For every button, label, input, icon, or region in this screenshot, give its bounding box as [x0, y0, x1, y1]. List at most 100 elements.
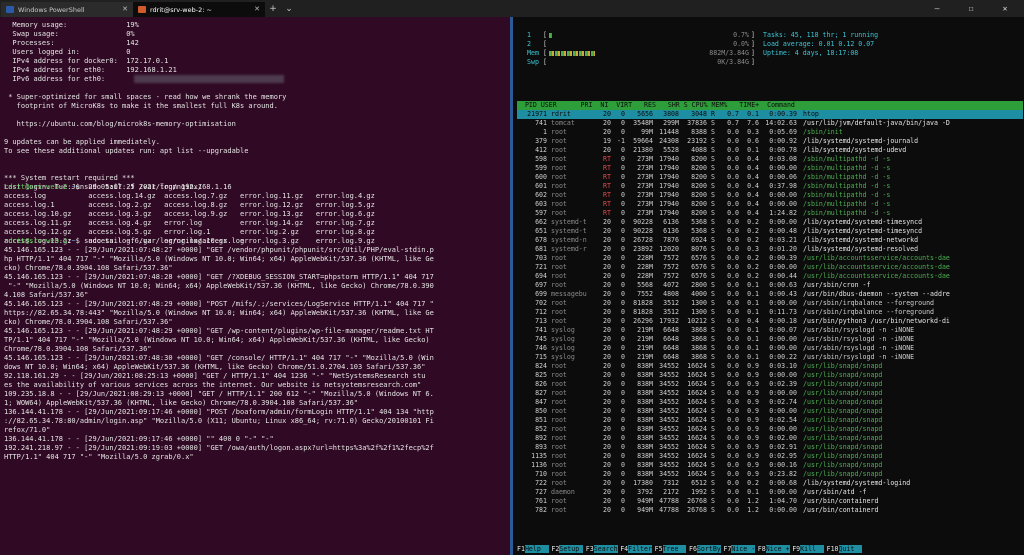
process-row[interactable]: 746 syslog 20 0 219M 6648 3868 S 0.0 0.1 0:00.00/u… — [513, 344, 1024, 353]
tab-powershell[interactable]: Windows PowerShell ✕ — [1, 2, 133, 17]
process-pid: 722 — [535, 479, 547, 487]
tab-dropdown-button[interactable]: ⌄ — [281, 2, 297, 17]
process-row[interactable]: 412 root 20 0 21380 5528 4088 S 0.0 0.1 0:00.78/li… — [513, 146, 1024, 155]
process-row[interactable]: 715 syslog 20 0 219M 6648 3868 S 0.0 0.1 0:00.22/u… — [513, 353, 1024, 362]
process-row[interactable]: 694 root 20 0 228M 7572 6576 S 0.0 0.2 0:00.44/usr… — [513, 272, 1024, 281]
fkey-f2[interactable]: F2Setup — [551, 545, 584, 554]
terminal-line-text: access.log.12.gz access.log.5.gz error.l… — [4, 228, 375, 236]
fkey-f10[interactable]: F10Quit — [827, 545, 863, 554]
process-command: /usr/lib/snapd/snapd — [803, 434, 883, 442]
process-cpu: 0.0 — [727, 326, 739, 334]
process-row[interactable]: 678 systemd-n 20 0 26728 7876 6924 S 0.0 0.2 0:03.… — [513, 236, 1024, 245]
process-row[interactable]: 1135 root 20 0 838M 34552 16624 S 0.0 0.9 0:02.95 /… — [513, 452, 1024, 461]
process-row[interactable]: 827 root 20 0 838M 34552 16624 S 0.0 0.9 0:00.00/u… — [513, 389, 1024, 398]
process-mem: 0.9 — [747, 443, 759, 451]
process-row[interactable]: 597 root RT 0 273M 17940 8200 S 0.0 0.4 1:24.82/sb… — [513, 209, 1024, 218]
process-pri: 20 — [603, 110, 611, 118]
process-row[interactable]: 847 root 20 0 838M 34552 16624 S 0.0 0.9 0:02.74/u… — [513, 398, 1024, 407]
left-terminal-pane[interactable]: Memory usage: 19% Swap usage: 0% Process… — [0, 17, 510, 555]
process-row[interactable]: 713 root 20 0 26296 17932 10212 S 0.0 0.4 0:00.18 /… — [513, 317, 1024, 326]
process-row[interactable]: 662 systemd-t 20 0 90228 6136 5368 S 0.0 0.2 0:00.… — [513, 218, 1024, 227]
process-row[interactable]: 892 root 20 0 838M 34552 16624 S 0.0 0.9 0:02.00/u… — [513, 434, 1024, 443]
meter-bracket-left: [ — [543, 40, 547, 48]
process-user: root — [551, 479, 567, 487]
process-cpu: 0.0 — [727, 245, 739, 253]
fkey-f3[interactable]: F3Search — [586, 545, 618, 554]
process-row[interactable]: 602 root RT 0 273M 17940 8200 S 0.0 0.4 0:00.00/sb… — [513, 191, 1024, 200]
process-command: /usr/lib/snapd/snapd — [803, 416, 883, 424]
process-row[interactable]: 852 root 20 0 838M 34552 16624 S 0.0 0.9 0:00.00/u… — [513, 425, 1024, 434]
process-ni: 0 — [621, 344, 625, 352]
process-state: S — [711, 425, 715, 433]
process-shr: 8200 — [691, 191, 707, 199]
process-ni: 0 — [621, 380, 625, 388]
process-ni: 0 — [621, 290, 625, 298]
process-mem: 0.9 — [747, 452, 759, 460]
terminal-line: dows NT 10.0; Win64; x64) AppleWebKit/53… — [4, 363, 425, 372]
process-pid: 697 — [535, 281, 547, 289]
process-table-header[interactable]: PID USER PRI NI VIRT RES SHR S CPU% MEM%… — [517, 101, 1023, 110]
fkey-f4[interactable]: F4Filter — [620, 545, 652, 554]
process-row[interactable]: 702 root 20 0 81828 3512 1300 S 0.0 0.1 0:00.00/us… — [513, 299, 1024, 308]
fkey-f1[interactable]: F1Help — [517, 545, 549, 554]
fkey-f9[interactable]: F9Kill — [792, 545, 824, 554]
process-time: 0:00.00 — [769, 344, 797, 352]
process-pid: 847 — [535, 398, 547, 406]
process-row[interactable]: 712 root 20 0 81828 3512 1300 S 0.0 0.1 0:11.73/us… — [513, 308, 1024, 317]
process-row[interactable]: 721 root 20 0 228M 7572 6576 S 0.0 0.2 0:00.00/usr… — [513, 263, 1024, 272]
close-tab-icon[interactable]: ✕ — [254, 5, 260, 13]
process-row[interactable]: 826 root 20 0 838M 34552 16624 S 0.0 0.9 0:02.39/u… — [513, 380, 1024, 389]
process-shr: 3868 — [691, 353, 707, 361]
process-row[interactable]: 598 root RT 0 273M 17940 8200 S 0.0 0.4 0:03.08/sb… — [513, 155, 1024, 164]
terminal-line-text: es the availability of various services … — [4, 381, 422, 389]
new-tab-button[interactable]: + — [265, 2, 281, 17]
process-res: 34552 — [659, 470, 679, 478]
process-pri: 20 — [603, 326, 611, 334]
process-row[interactable]: 851 root 20 0 838M 34552 16624 S 0.0 0.9 0:02.54/u… — [513, 416, 1024, 425]
tab-srv-web-2[interactable]: rdrit@srv-web-2: ~ ✕ — [133, 2, 265, 17]
process-row[interactable]: 681 systemd-r 20 0 23892 12020 8076 S 0.0 0.3 0:01… — [513, 245, 1024, 254]
fkey-f7[interactable]: F7Nice - — [723, 545, 756, 554]
process-row[interactable]: 727 daemon 20 0 3792 2172 1992 S 0.0 0.1 0:00.00/u… — [513, 488, 1024, 497]
process-pid: 681 — [535, 245, 547, 253]
process-row[interactable]: 599 root RT 0 273M 17940 8200 S 0.0 0.4 0:00.00/sb… — [513, 164, 1024, 173]
fkey-f5[interactable]: F5Tree — [655, 545, 687, 554]
process-row[interactable]: 825 root 20 0 838M 34552 16624 S 0.0 0.9 0:00.00/u… — [513, 371, 1024, 380]
process-row[interactable]: 379 root 19 -1 59664 24308 23192 S 0.0 0.6 0:00.92… — [513, 137, 1024, 146]
fkey-f6[interactable]: F6SortBy — [689, 545, 721, 554]
minimize-button[interactable]: — — [920, 0, 954, 17]
process-row[interactable]: 601 root RT 0 273M 17940 8200 S 0.0 0.4 0:37.98/sb… — [513, 182, 1024, 191]
process-row[interactable]: 1 root 20 0 99M 11448 8388 S 0.0 0.3 0:05.69/sbin/… — [513, 128, 1024, 137]
fkey-f8[interactable]: F8Nice + — [758, 545, 790, 554]
process-row[interactable]: 761 root 20 0 949M 47788 26768 S 0.0 1.2 1:04.70/u… — [513, 497, 1024, 506]
meter-fill — [549, 33, 552, 38]
close-tab-icon[interactable]: ✕ — [122, 5, 128, 13]
close-window-button[interactable]: ✕ — [988, 0, 1022, 17]
process-row[interactable]: 699 messagebu 20 0 7552 4808 4000 S 0.0 0.1 0:00.4… — [513, 290, 1024, 299]
process-shr: 6512 — [691, 479, 707, 487]
process-row[interactable]: 1136 root 20 0 838M 34552 16624 S 0.0 0.9 0:00.16 /… — [513, 461, 1024, 470]
process-pri: 20 — [603, 443, 611, 451]
process-row[interactable]: 782 root 20 0 949M 47788 26768 S 0.0 1.2 0:00.00/u… — [513, 506, 1024, 515]
maximize-button[interactable]: ☐ — [954, 0, 988, 17]
process-row[interactable]: 603 root RT 0 273M 17940 8200 S 0.0 0.4 0:00.00/sb… — [513, 200, 1024, 209]
process-row[interactable]: 745 syslog 20 0 219M 6648 3868 S 0.0 0.1 0:00.00/u… — [513, 335, 1024, 344]
terminal-line-text: 45.146.165.123 - - [29/Jun/2021:07:48:29… — [4, 327, 434, 335]
fkey-key: F1 — [517, 545, 525, 553]
process-row[interactable]: 722 root 20 0 17380 7312 6512 S 0.0 0.2 0:00.68/li… — [513, 479, 1024, 488]
process-row[interactable]: 741 syslog 20 0 219M 6648 3868 S 0.0 0.1 0:00.07/u… — [513, 326, 1024, 335]
process-row[interactable]: 824 root 20 0 838M 34552 16624 S 0.0 0.9 0:03.10/u… — [513, 362, 1024, 371]
process-pri: 20 — [603, 308, 611, 316]
process-row[interactable]: 697 root 20 0 5568 4072 2800 S 0.0 0.1 0:00.63/usr… — [513, 281, 1024, 290]
process-row[interactable]: 710 root 20 0 838M 34552 16624 S 0.0 0.9 0:23.82/u… — [513, 470, 1024, 479]
htop-pane[interactable]: PID USER PRI NI VIRT RES SHR S CPU% MEM%… — [513, 17, 1024, 555]
process-row[interactable]: 600 root RT 0 273M 17940 8200 S 0.0 0.4 0:00.06/sb… — [513, 173, 1024, 182]
process-row[interactable]: 893 root 20 0 838M 34552 16624 S 0.0 0.9 0:02.91/u… — [513, 443, 1024, 452]
process-row[interactable]: 850 root 20 0 838M 34552 16624 S 0.0 0.9 0:00.00/u… — [513, 407, 1024, 416]
process-row[interactable]: 651 systemd-t 20 0 90228 6136 5368 S 0.0 0.2 0:00.… — [513, 227, 1024, 236]
process-state: S — [711, 182, 715, 190]
process-row[interactable]: 703 root 20 0 228M 7572 6576 S 0.0 0.2 0:00.39/usr… — [513, 254, 1024, 263]
process-row[interactable]: 21971 rdrit 20 0 5656 3808 3048 R 0.7 0.1 0:00.39 h… — [513, 110, 1024, 119]
process-row[interactable]: 741 tomcat 20 0 3548M 299M 37836 S 0.7 7.6 14:02.6… — [513, 119, 1024, 128]
process-user: root — [551, 398, 567, 406]
